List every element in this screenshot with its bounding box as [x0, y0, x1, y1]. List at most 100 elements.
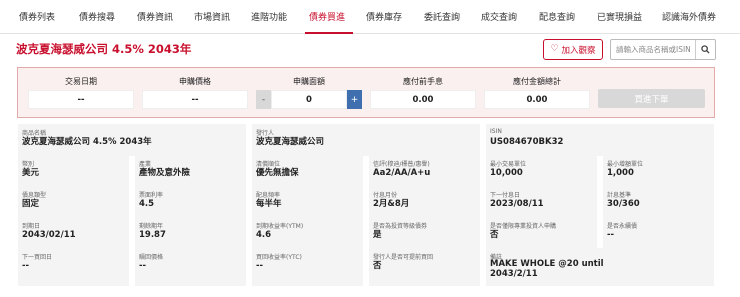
currency-label: 幣別	[22, 161, 35, 168]
call-price-cell: 贖回價格 --	[135, 248, 246, 286]
next-pay-date-cell: 下一付息日 2023/08/11	[486, 186, 597, 218]
seniority-cell: 清償順位 優先無擔保	[252, 155, 363, 187]
min-unit-cell: 最小交易單位 10,000	[486, 155, 597, 187]
remaining-years-value: 19.87	[139, 230, 166, 240]
seniority-label: 清償順位	[256, 161, 281, 168]
remaining-years-label: 剩餘期年	[139, 223, 164, 230]
min-increment-value: 1,000	[607, 168, 634, 178]
nav-dividend-query[interactable]: 配息查詢	[539, 10, 575, 23]
search-box	[610, 39, 716, 60]
day-count-value: 30/360	[607, 199, 640, 209]
rating-cell: 信評(穆迪/標普/惠譽) Aa2/AA/A+u	[369, 155, 480, 187]
professional-only-label: 是否僅限專業投資人申購	[490, 223, 557, 230]
early-call-cell: 發行人是否可提前買回 否	[369, 248, 480, 286]
isin-value: US084670BK32	[490, 137, 564, 147]
nav-bond-inventory[interactable]: 債券庫存	[366, 10, 402, 23]
active-tab-indicator	[305, 32, 353, 34]
trade-date-label: 交易日期	[65, 77, 97, 86]
maturity-value: 2043/02/11	[22, 230, 76, 240]
maturity-label: 到期日	[22, 223, 41, 230]
min-unit-label: 最小交易單位	[490, 161, 527, 168]
min-increment-label: 最小增額單位	[607, 161, 644, 168]
next-call-date-cell: 下一買回日 --	[18, 248, 129, 286]
perpetual-value: --	[607, 230, 615, 240]
next-pay-date-label: 下一付息日	[490, 192, 521, 199]
search-icon[interactable]	[695, 40, 715, 59]
next-call-date-value: --	[22, 261, 30, 271]
industry-cell: 產業 產物及意外險	[135, 155, 246, 187]
total-amount-label: 應付金額總計	[513, 77, 561, 86]
face-amount-decrement-button[interactable]: -	[256, 90, 271, 109]
investment-grade-value: 是	[373, 230, 382, 240]
rating-value: Aa2/AA/A+u	[373, 168, 431, 178]
accrued-interest-field: 0.00	[370, 90, 476, 109]
trade-date-field: --	[28, 90, 134, 109]
price-label: 申購價格	[179, 77, 211, 86]
pay-frequency-cell: 配息頻率 每半年	[252, 186, 363, 218]
buy-order-button[interactable]: 買進下單	[598, 89, 705, 108]
trade-panel: 交易日期 -- 申購價格 -- 申購面額 - 0 + 應付前手息 0.00 應付…	[17, 67, 715, 118]
nav-realized-pl[interactable]: 已實現損益	[597, 10, 642, 23]
remarks-cell: 備註 MAKE WHOLE @20 until 2043/2/11	[486, 248, 714, 286]
next-pay-date-value: 2023/08/11	[490, 199, 544, 209]
currency-value: 美元	[22, 168, 40, 178]
call-price-label: 贖回價格	[139, 254, 164, 261]
coupon-rate-cell: 票面利率 4.5	[135, 186, 246, 218]
ytm-label: 到期收益率(YTM)	[256, 223, 304, 230]
isin-cell: ISIN US084670BK32	[486, 124, 714, 156]
pay-frequency-value: 每半年	[256, 199, 282, 209]
issuer-value: 波克夏海瑟威公司	[256, 137, 325, 147]
nav-bond-list[interactable]: 債券列表	[19, 10, 55, 23]
professional-only-cell: 是否僅限專業投資人申購 否	[486, 217, 597, 249]
early-call-value: 否	[373, 261, 382, 271]
pay-month-label: 付息月份	[373, 192, 398, 199]
nav-trade-query[interactable]: 成交查詢	[481, 10, 517, 23]
pay-month-cell: 付息月份 2月&8月	[369, 186, 480, 218]
nav-bond-buy[interactable]: 債券買進	[309, 10, 345, 23]
add-to-watchlist-button[interactable]: ♡ 加入觀察	[543, 39, 603, 60]
coupon-rate-label: 票面利率	[139, 192, 164, 199]
accrued-interest-label: 應付前手息	[403, 77, 443, 86]
bond-type-cell: 債息類型 固定	[18, 186, 129, 218]
product-name-label: 商品名稱	[22, 130, 47, 137]
min-unit-value: 10,000	[490, 168, 523, 178]
seniority-value: 優先無擔保	[256, 168, 299, 178]
face-amount-input[interactable]: 0	[271, 90, 347, 109]
pay-frequency-label: 配息頻率	[256, 192, 281, 199]
page-title: 波克夏海瑟威公司 4.5% 2043年	[16, 42, 192, 56]
heart-icon: ♡	[550, 44, 559, 54]
nav-advanced[interactable]: 進階功能	[251, 10, 287, 23]
remarks-value: MAKE WHOLE @20 until 2043/2/11	[490, 259, 604, 279]
add-to-watchlist-label: 加入觀察	[561, 45, 596, 56]
search-input[interactable]	[611, 45, 695, 54]
perpetual-label: 是否永續債	[607, 223, 638, 230]
next-call-date-label: 下一買回日	[22, 254, 53, 261]
bond-type-label: 債息類型	[22, 192, 47, 199]
maturity-cell: 到期日 2043/02/11	[18, 217, 129, 249]
ytm-value: 4.6	[256, 230, 272, 240]
issuer-label: 發行人	[256, 130, 275, 137]
coupon-rate-value: 4.5	[139, 199, 155, 209]
investment-grade-cell: 是否為投資等級債券 是	[369, 217, 480, 249]
product-name-value: 波克夏海瑟威公司 4.5% 2043年	[22, 137, 152, 147]
industry-value: 產物及意外險	[139, 168, 191, 178]
ytc-value: --	[256, 261, 264, 271]
nav-market-info[interactable]: 市場資訊	[194, 10, 230, 23]
nav-bond-info[interactable]: 債券資訊	[137, 10, 173, 23]
min-increment-cell: 最小增額單位 1,000	[603, 155, 714, 187]
remaining-years-cell: 剩餘期年 19.87	[135, 217, 246, 249]
nav-order-query[interactable]: 委託查詢	[424, 10, 460, 23]
currency-cell: 幣別 美元	[18, 155, 129, 187]
nav-learn-overseas-bonds[interactable]: 認識海外債券	[662, 10, 716, 23]
nav-bond-search[interactable]: 債券搜尋	[79, 10, 115, 23]
bond-type-value: 固定	[22, 199, 40, 209]
pay-month-value: 2月&8月	[373, 199, 410, 209]
face-amount-label: 申購面額	[293, 77, 325, 86]
early-call-label: 發行人是否可提前買回	[373, 254, 434, 261]
industry-label: 產業	[139, 161, 152, 168]
face-amount-increment-button[interactable]: +	[347, 90, 362, 109]
call-price-value: --	[139, 261, 147, 271]
total-amount-field: 0.00	[484, 90, 590, 109]
investment-grade-label: 是否為投資等級債券	[373, 223, 428, 230]
product-name-cell: 商品名稱 波克夏海瑟威公司 4.5% 2043年	[18, 124, 246, 156]
